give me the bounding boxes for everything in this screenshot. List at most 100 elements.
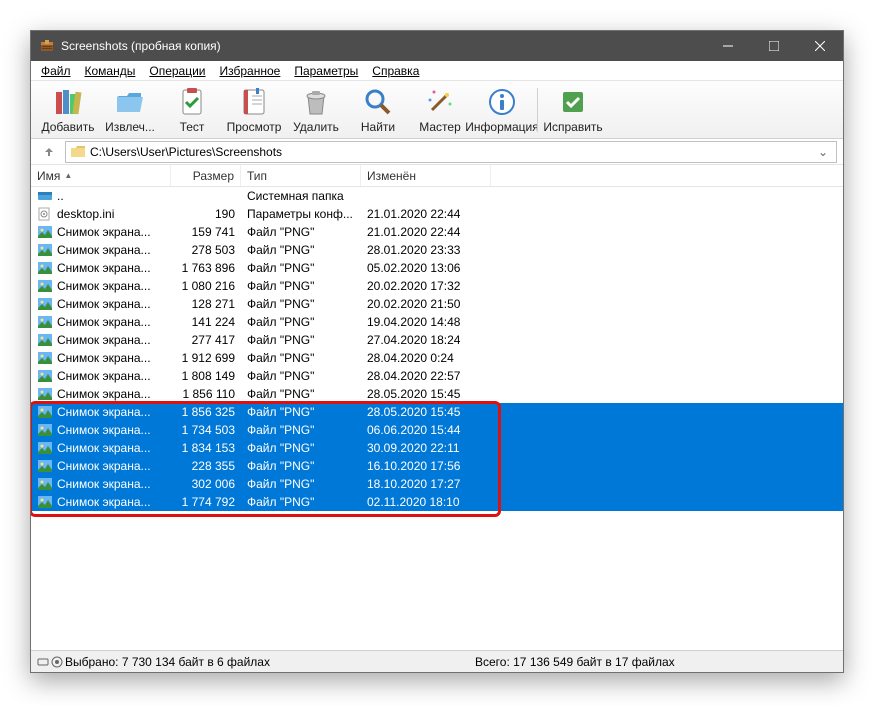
file-row[interactable]: Снимок экрана...1 834 153Файл "PNG"30.09… — [31, 439, 843, 457]
image-file-icon — [37, 495, 53, 509]
file-type: Файл "PNG" — [241, 459, 361, 473]
menu-help[interactable]: Справка — [366, 63, 425, 79]
file-size: 1 774 792 — [171, 495, 241, 509]
toolbar-wizard-label: Мастер — [419, 120, 461, 134]
file-type: Файл "PNG" — [241, 441, 361, 455]
file-row[interactable]: Снимок экрана...278 503Файл "PNG"28.01.2… — [31, 241, 843, 259]
title-bar[interactable]: Screenshots (пробная копия) — [31, 31, 843, 61]
up-button[interactable] — [37, 141, 61, 163]
toolbar-view-label: Просмотр — [227, 120, 282, 134]
menu-favorites[interactable]: Избранное — [214, 63, 287, 79]
file-row[interactable]: desktop.ini190Параметры конф...21.01.202… — [31, 205, 843, 223]
file-row[interactable]: .. Системная папка — [31, 187, 843, 205]
image-file-icon — [37, 441, 53, 455]
file-modified: 28.05.2020 15:45 — [361, 405, 491, 419]
toolbar-info[interactable]: Информация — [471, 83, 533, 137]
close-button[interactable] — [797, 31, 843, 61]
file-size: 159 741 — [171, 225, 241, 239]
window-title: Screenshots (пробная копия) — [61, 39, 705, 53]
column-headers: Имя▲ Размер Тип Изменён — [31, 165, 843, 187]
menu-parameters[interactable]: Параметры — [288, 63, 364, 79]
toolbar-find-label: Найти — [361, 120, 395, 134]
toolbar-add[interactable]: Добавить — [37, 83, 99, 137]
toolbar-test[interactable]: Тест — [161, 83, 223, 137]
toolbar-repair[interactable]: Исправить — [542, 83, 604, 137]
file-row[interactable]: Снимок экрана...1 763 896Файл "PNG"05.02… — [31, 259, 843, 277]
image-file-icon — [37, 243, 53, 257]
file-type: Файл "PNG" — [241, 333, 361, 347]
file-type: Файл "PNG" — [241, 297, 361, 311]
toolbar-extract[interactable]: Извлеч... — [99, 83, 161, 137]
toolbar-view[interactable]: Просмотр — [223, 83, 285, 137]
file-type: Системная папка — [241, 189, 361, 203]
sort-asc-icon: ▲ — [64, 171, 72, 180]
file-rows[interactable]: .. Системная папка desktop.ini190Параметры… — [31, 187, 843, 511]
file-type: Файл "PNG" — [241, 423, 361, 437]
file-modified: 21.01.2020 22:44 — [361, 207, 491, 221]
toolbar-delete-label: Удалить — [293, 120, 339, 134]
file-type: Файл "PNG" — [241, 225, 361, 239]
file-row[interactable]: Снимок экрана...1 856 325Файл "PNG"28.05… — [31, 403, 843, 421]
file-name: Снимок экрана... — [57, 495, 151, 509]
file-name: Снимок экрана... — [57, 369, 151, 383]
file-modified: 20.02.2020 21:50 — [361, 297, 491, 311]
image-file-icon — [37, 315, 53, 329]
file-size: 1 734 503 — [171, 423, 241, 437]
file-row[interactable]: Снимок экрана...159 741Файл "PNG"21.01.2… — [31, 223, 843, 241]
column-type[interactable]: Тип — [241, 165, 361, 186]
file-name: Снимок экрана... — [57, 351, 151, 365]
menu-commands[interactable]: Команды — [79, 63, 142, 79]
menu-file[interactable]: Файл — [35, 63, 77, 79]
image-file-icon — [37, 279, 53, 293]
file-row[interactable]: Снимок экрана...1 774 792Файл "PNG"02.11… — [31, 493, 843, 511]
file-size: 1 080 216 — [171, 279, 241, 293]
file-row[interactable]: Снимок экрана...141 224Файл "PNG"19.04.2… — [31, 313, 843, 331]
file-row[interactable]: Снимок экрана...1 734 503Файл "PNG"06.06… — [31, 421, 843, 439]
toolbar-find[interactable]: Найти — [347, 83, 409, 137]
drive-icon — [37, 189, 53, 203]
file-row[interactable]: Снимок экрана...1 856 110Файл "PNG"28.05… — [31, 385, 843, 403]
file-name: .. — [57, 189, 64, 203]
maximize-button[interactable] — [751, 31, 797, 61]
image-file-icon — [37, 261, 53, 275]
file-modified: 28.04.2020 22:57 — [361, 369, 491, 383]
clipboard-check-icon — [176, 86, 208, 118]
file-row[interactable]: Снимок экрана...228 355Файл "PNG"16.10.2… — [31, 457, 843, 475]
file-modified: 02.11.2020 18:10 — [361, 495, 491, 509]
file-size: 1 856 110 — [171, 387, 241, 401]
status-bar: Выбрано: 7 730 134 байт в 6 файлах Всего… — [31, 650, 843, 672]
address-input[interactable]: C:\Users\User\Pictures\Screenshots ⌄ — [65, 141, 837, 163]
file-size: 141 224 — [171, 315, 241, 329]
file-row[interactable]: Снимок экрана...277 417Файл "PNG"27.04.2… — [31, 331, 843, 349]
folder-icon — [70, 145, 86, 159]
chevron-down-icon[interactable]: ⌄ — [814, 145, 832, 159]
minimize-button[interactable] — [705, 31, 751, 61]
column-size[interactable]: Размер — [171, 165, 241, 186]
file-type: Файл "PNG" — [241, 261, 361, 275]
file-type: Файл "PNG" — [241, 315, 361, 329]
image-file-icon — [37, 405, 53, 419]
file-row[interactable]: Снимок экрана...1 808 149Файл "PNG"28.04… — [31, 367, 843, 385]
file-list: Имя▲ Размер Тип Изменён .. Системная папк… — [31, 165, 843, 650]
toolbar-wizard[interactable]: Мастер — [409, 83, 471, 137]
image-file-icon — [37, 459, 53, 473]
file-row[interactable]: Снимок экрана...1 080 216Файл "PNG"20.02… — [31, 277, 843, 295]
file-row[interactable]: Снимок экрана...302 006Файл "PNG"18.10.2… — [31, 475, 843, 493]
file-row[interactable]: Снимок экрана...128 271Файл "PNG"20.02.2… — [31, 295, 843, 313]
toolbar: Добавить Извлеч... Тест Просмотр Удалить… — [31, 81, 843, 139]
file-size: 277 417 — [171, 333, 241, 347]
file-modified: 16.10.2020 17:56 — [361, 459, 491, 473]
trash-icon — [300, 86, 332, 118]
file-name: Снимок экрана... — [57, 315, 151, 329]
column-modified[interactable]: Изменён — [361, 165, 491, 186]
status-total: Всего: 17 136 549 байт в 17 файлах — [475, 655, 837, 669]
menu-operations[interactable]: Операции — [143, 63, 211, 79]
column-name[interactable]: Имя▲ — [31, 165, 171, 186]
toolbar-delete[interactable]: Удалить — [285, 83, 347, 137]
image-file-icon — [37, 333, 53, 347]
file-modified: 30.09.2020 22:11 — [361, 441, 491, 455]
wand-icon — [424, 86, 456, 118]
image-file-icon — [37, 351, 53, 365]
file-modified: 27.04.2020 18:24 — [361, 333, 491, 347]
file-row[interactable]: Снимок экрана...1 912 699Файл "PNG"28.04… — [31, 349, 843, 367]
